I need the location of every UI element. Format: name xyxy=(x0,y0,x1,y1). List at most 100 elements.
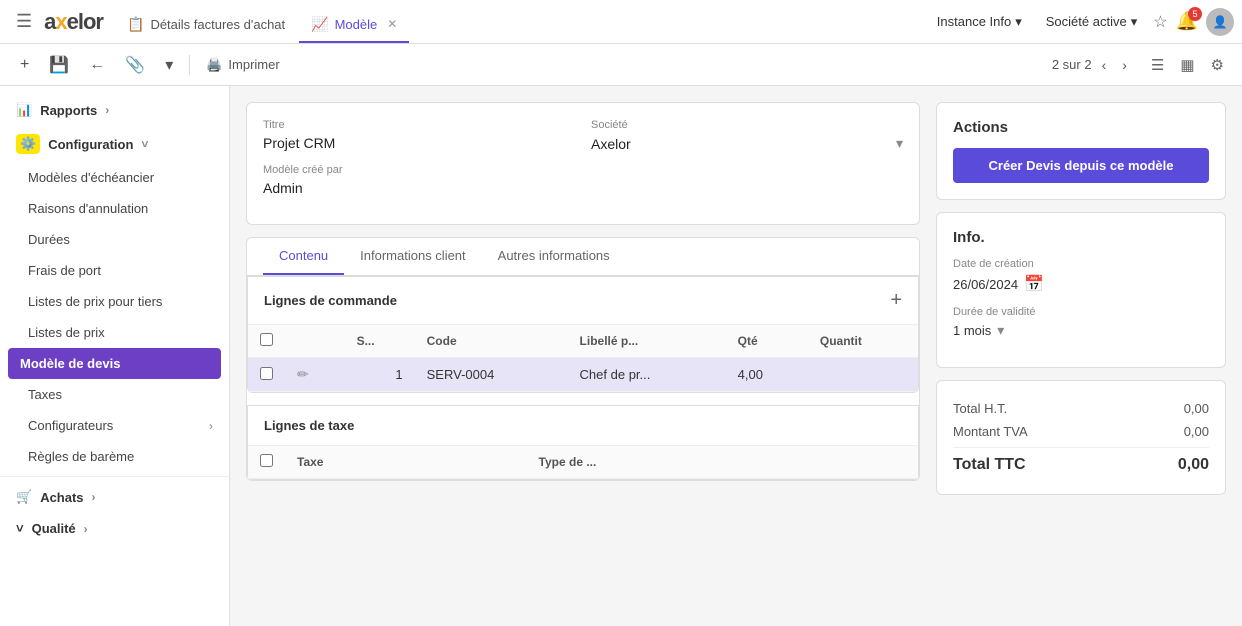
attach-button[interactable]: 📎 xyxy=(117,51,153,79)
sidebar-item-achats[interactable]: 🛒 Achats › xyxy=(0,481,229,513)
societe-label: Société xyxy=(591,119,903,131)
sidebar-item-raisons-annulation[interactable]: Raisons d'annulation xyxy=(0,193,229,224)
menu-icon[interactable]: ☰ xyxy=(8,7,40,36)
tab-autres-informations[interactable]: Autres informations xyxy=(482,238,626,275)
total-ttc-value: 0,00 xyxy=(1178,456,1209,474)
back-button[interactable]: ← xyxy=(81,52,113,78)
actions-title: Actions xyxy=(953,119,1209,136)
lignes-taxe-table: Taxe Type de ... xyxy=(248,446,918,479)
print-button[interactable]: 🖨️ Imprimer xyxy=(198,53,287,77)
taxe-col-type: Type de ... xyxy=(527,446,918,479)
duree-validite-label: Durée de validité xyxy=(953,306,1209,318)
sidebar-item-modele-devis[interactable]: Modèle de devis xyxy=(8,348,221,379)
taxes-label: Taxes xyxy=(28,387,62,402)
lignes-commande-title: Lignes de commande xyxy=(264,293,397,308)
tab-contenu[interactable]: Contenu xyxy=(263,238,344,275)
rapports-icon: 📊 xyxy=(16,102,32,118)
pagination-prev[interactable]: ‹ xyxy=(1096,55,1113,75)
sidebar-item-modeles-echeancier[interactable]: Modèles d'échéancier xyxy=(0,162,229,193)
taxe-select-all[interactable] xyxy=(260,454,273,467)
sidebar-item-listes-prix[interactable]: Listes de prix xyxy=(0,317,229,348)
date-creation-label: Date de création xyxy=(953,258,1209,270)
favorite-icon[interactable]: ☆ xyxy=(1153,12,1167,32)
main-layout: 📊 Rapports › ⚙️ Configuration ˅ Modèles … xyxy=(0,86,1242,626)
settings-view-button[interactable]: ⚙ xyxy=(1205,54,1230,76)
config-chevron: ˅ xyxy=(141,137,148,151)
add-button[interactable]: + xyxy=(12,52,37,78)
select-all-checkbox[interactable] xyxy=(260,333,273,346)
edit-row-button[interactable]: ✏ xyxy=(297,366,309,383)
tab-factures-label: Détails factures d'achat xyxy=(150,17,285,32)
lignes-taxe-section: Lignes de taxe Taxe Type de ... xyxy=(247,405,919,480)
sidebar-item-frais-port[interactable]: Frais de port xyxy=(0,255,229,286)
print-icon: 🖨️ xyxy=(206,57,222,73)
col-code: Code xyxy=(415,325,568,358)
total-ht-value: 0,00 xyxy=(1184,401,1209,416)
sidebar-item-listes-prix-tiers[interactable]: Listes de prix pour tiers xyxy=(0,286,229,317)
row-checkbox-cell xyxy=(248,358,285,392)
main-panel: Titre Projet CRM Société Axelor ▾ Modèle… xyxy=(246,102,920,610)
tab-close-icon[interactable]: ✕ xyxy=(387,17,397,31)
regles-bareme-label: Règles de barème xyxy=(28,449,134,464)
tab-bar: 📋 Détails factures d'achat 📈 Modèle ✕ xyxy=(107,0,925,43)
back-icon: ← xyxy=(89,56,105,74)
lignes-commande-section: Lignes de commande + S... Code Libellé p… xyxy=(247,276,919,393)
qualite-chevron: › xyxy=(84,522,88,536)
instance-info-button[interactable]: Instance Info ▾ xyxy=(929,10,1030,34)
actionbar: + 💾 ← 📎 ▾ 🖨️ Imprimer 2 sur 2 ‹ › ☰ ▦ ⚙ xyxy=(0,44,1242,86)
sidebar-item-durees[interactable]: Durées xyxy=(0,224,229,255)
more-icon: ▾ xyxy=(165,55,173,75)
sidebar-item-regles-bareme[interactable]: Règles de barème xyxy=(0,441,229,472)
col-quantit: Quantit xyxy=(808,325,918,358)
tab-autres-informations-label: Autres informations xyxy=(498,248,610,263)
sidebar-divider xyxy=(0,476,229,477)
create-devis-button[interactable]: Créer Devis depuis ce modèle xyxy=(953,148,1209,183)
achats-label: Achats xyxy=(40,490,83,505)
form-header-card: Titre Projet CRM Société Axelor ▾ Modèle… xyxy=(246,102,920,225)
listes-prix-tiers-label: Listes de prix pour tiers xyxy=(28,294,162,309)
topbar-right: Instance Info ▾ Société active ▾ ☆ 🔔 5 👤 xyxy=(929,8,1234,36)
titre-value[interactable]: Projet CRM xyxy=(263,135,575,151)
sidebar-item-configurateurs[interactable]: Configurateurs › xyxy=(0,410,229,441)
duree-validite-select[interactable]: 1 mois ▾ xyxy=(953,322,1209,339)
titre-label: Titre xyxy=(263,119,575,131)
raisons-annulation-label: Raisons d'annulation xyxy=(28,201,148,216)
list-view-button[interactable]: ☰ xyxy=(1145,54,1170,76)
taxe-header-row: Taxe Type de ... xyxy=(248,446,918,479)
row-checkbox[interactable] xyxy=(260,367,273,380)
row-libelle: Chef de pr... xyxy=(568,358,726,392)
sidebar-item-rapports[interactable]: 📊 Rapports › xyxy=(0,94,229,126)
row-quantit xyxy=(808,358,918,392)
sidebar-item-qualite[interactable]: ˅ Qualité › xyxy=(0,513,229,544)
lignes-taxe-header: Lignes de taxe xyxy=(248,406,918,446)
tab-factures[interactable]: 📋 Détails factures d'achat xyxy=(115,7,297,43)
societe-select[interactable]: Axelor ▾ xyxy=(591,135,903,152)
add-ligne-commande-button[interactable]: + xyxy=(890,289,902,312)
montant-tva-row: Montant TVA 0,00 xyxy=(953,420,1209,443)
societe-active-button[interactable]: Société active ▾ xyxy=(1038,10,1145,34)
save-button[interactable]: 💾 xyxy=(41,51,77,79)
info-card: Info. Date de création 26/06/2024 📅 Duré… xyxy=(936,212,1226,368)
row-seq: 1 xyxy=(345,358,415,392)
more-button[interactable]: ▾ xyxy=(157,51,181,79)
calendar-icon[interactable]: 📅 xyxy=(1024,274,1044,294)
pagination-text: 2 sur 2 xyxy=(1052,57,1092,72)
sidebar-item-configuration[interactable]: ⚙️ Configuration ˅ xyxy=(0,126,229,162)
achats-chevron: › xyxy=(92,490,96,504)
lignes-commande-header: Lignes de commande + xyxy=(248,277,918,325)
total-ht-label: Total H.T. xyxy=(953,401,1007,416)
rapports-chevron: › xyxy=(105,103,109,117)
tab-informations-client[interactable]: Informations client xyxy=(344,238,482,275)
pagination-next[interactable]: › xyxy=(1116,55,1133,75)
total-ttc-row: Total TTC 0,00 xyxy=(953,447,1209,478)
notification-bell[interactable]: 🔔 5 xyxy=(1176,11,1198,32)
brand-logo: axelor xyxy=(44,9,103,35)
user-avatar[interactable]: 👤 xyxy=(1206,8,1234,36)
frais-port-label: Frais de port xyxy=(28,263,101,278)
tab-modele[interactable]: 📈 Modèle ✕ xyxy=(299,7,409,43)
col-edit xyxy=(285,325,345,358)
achats-icon: 🛒 xyxy=(16,489,32,505)
sidebar-item-taxes[interactable]: Taxes xyxy=(0,379,229,410)
card-view-button[interactable]: ▦ xyxy=(1174,54,1200,76)
instance-info-chevron: ▾ xyxy=(1015,14,1022,30)
